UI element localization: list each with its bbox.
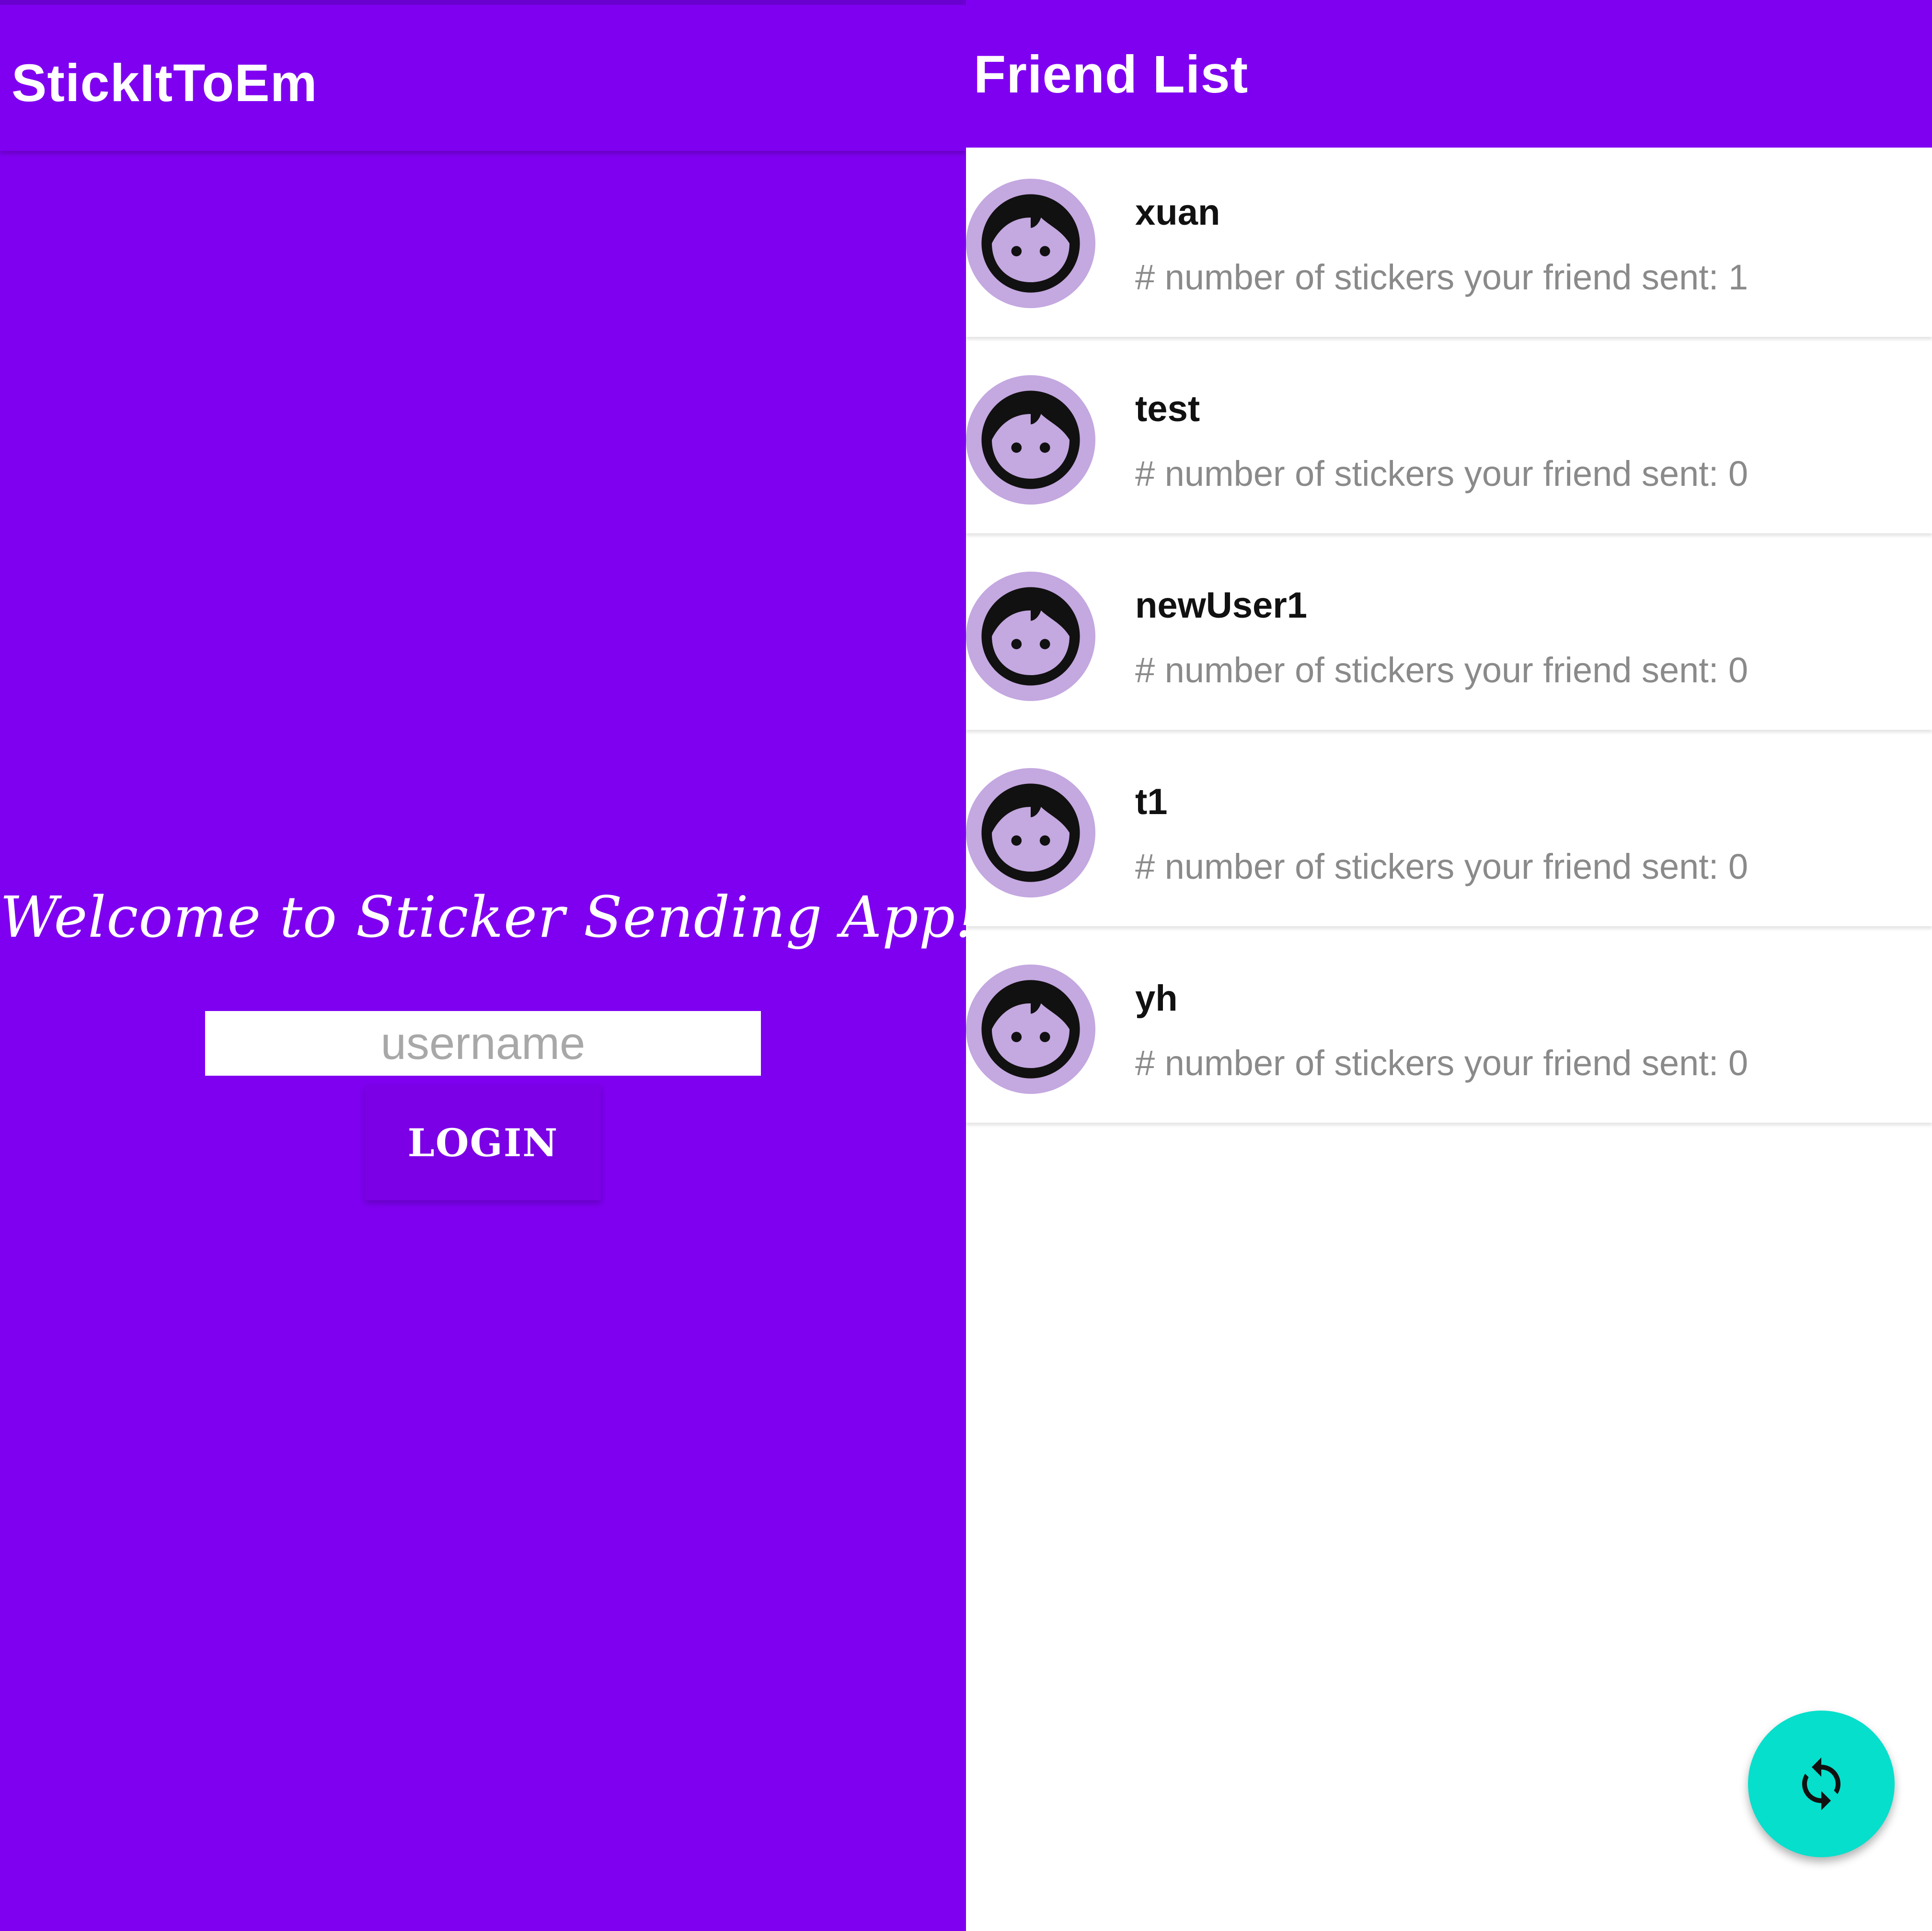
welcome-message: Welcome to Sticker Sending App! — [0, 884, 966, 950]
status-bar-edge — [0, 0, 966, 5]
face-icon — [981, 783, 1080, 882]
sticker-count: # number of stickers your friend sent: 0 — [1135, 650, 1748, 690]
friend-row-t1[interactable]: t1 # number of stickers your friend sent… — [966, 737, 1932, 926]
app-title: StickItToEm — [12, 54, 318, 113]
login-button[interactable]: LOGIN — [365, 1085, 601, 1200]
friend-row-xuan[interactable]: xuan # number of stickers your friend se… — [966, 148, 1932, 337]
friend-row-yh[interactable]: yh # number of stickers your friend sent… — [966, 933, 1932, 1123]
sticker-count: # number of stickers your friend sent: 0 — [1135, 454, 1748, 494]
face-icon — [981, 587, 1080, 686]
avatar — [966, 375, 1095, 505]
refresh-icon — [1802, 1758, 1840, 1810]
friend-list-screen: Friend List xuan # number of stickers yo… — [966, 0, 1932, 1931]
login-app-bar: StickItToEm — [0, 5, 966, 151]
friend-name: test — [1135, 389, 1200, 429]
friend-row-test[interactable]: test # number of stickers your friend se… — [966, 344, 1932, 533]
friend-row-newuser1[interactable]: newUser1 # number of stickers your frien… — [966, 540, 1932, 730]
avatar — [966, 768, 1095, 897]
refresh-button[interactable] — [1748, 1711, 1895, 1857]
friend-name: yh — [1135, 978, 1178, 1019]
face-icon — [981, 391, 1080, 489]
login-screen: StickItToEm Welcome to Sticker Sending A… — [0, 0, 966, 1931]
face-icon — [981, 980, 1080, 1079]
avatar — [966, 572, 1095, 701]
page-title: Friend List — [974, 45, 1249, 104]
username-input[interactable] — [205, 1011, 761, 1076]
avatar — [966, 179, 1095, 308]
friend-name: xuan — [1135, 192, 1220, 233]
sticker-count: # number of stickers your friend sent: 1 — [1135, 257, 1748, 297]
face-icon — [981, 194, 1080, 293]
sticker-count: # number of stickers your friend sent: 0 — [1135, 1043, 1748, 1083]
avatar — [966, 965, 1095, 1094]
sticker-count: # number of stickers your friend sent: 0 — [1135, 847, 1748, 886]
friend-name: t1 — [1135, 782, 1168, 822]
friend-name: newUser1 — [1135, 585, 1308, 626]
app-screens: StickItToEm Welcome to Sticker Sending A… — [0, 0, 1932, 1931]
friend-list-app-bar: Friend List — [966, 0, 1932, 148]
